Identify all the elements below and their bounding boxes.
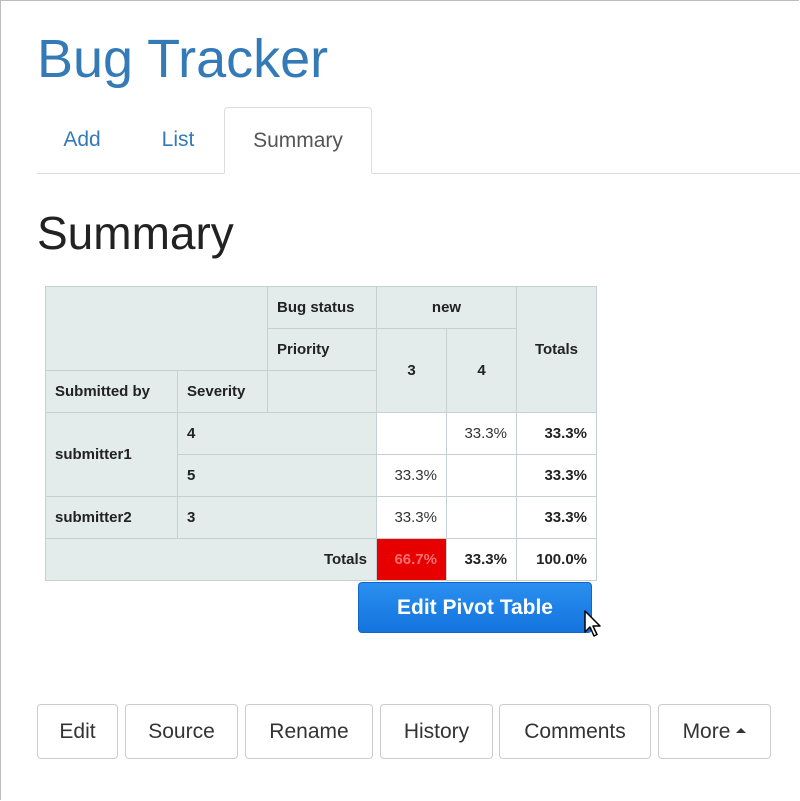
pivot-cell: 33.3% [376, 454, 447, 497]
table-row: submitter1 4 33.3% 33.3% [45, 412, 597, 497]
page-heading: Summary [37, 207, 234, 259]
app-title[interactable]: Bug Tracker [37, 28, 328, 90]
tab-bar: Add List Summary [37, 106, 800, 174]
row-total-cell: 33.3% [516, 454, 597, 497]
pivot-corner [45, 286, 268, 371]
more-button[interactable]: More [658, 704, 771, 759]
grand-total-cell: 100.0% [516, 538, 597, 581]
row-attr-submitted-by: Submitted by [45, 370, 178, 413]
pivot-cell [376, 412, 447, 455]
col-label-new: new [376, 286, 517, 329]
pivot-table: Bug status new Totals Priority 3 4 Submi… [45, 286, 597, 581]
edit-button[interactable]: Edit [37, 704, 118, 759]
pivot-spacer [267, 370, 377, 413]
row-totals-header: Totals [45, 538, 377, 581]
pivot-cell [446, 496, 517, 539]
totals-row: Totals 66.7% 33.3% 100.0% [45, 538, 597, 581]
row-label-submitter2: submitter2 [45, 496, 178, 539]
row-label-submitter1: submitter1 [45, 412, 178, 497]
col-attr-bug-status: Bug status [267, 286, 377, 329]
col-total-cell: 33.3% [446, 538, 517, 581]
tab-list[interactable]: List [143, 106, 213, 173]
row-attr-severity: Severity [177, 370, 268, 413]
row-label-severity: 3 [177, 496, 377, 539]
row-total-cell: 33.3% [516, 496, 597, 539]
col-attr-priority: Priority [267, 328, 377, 371]
table-row: submitter2 3 33.3% 33.3% [45, 496, 597, 539]
pivot-cell [446, 454, 517, 497]
row-total-cell: 33.3% [516, 412, 597, 455]
row-label-severity: 5 [177, 454, 377, 497]
source-button[interactable]: Source [125, 704, 238, 759]
edit-pivot-table-button[interactable]: Edit Pivot Table [358, 582, 592, 633]
row-label-severity: 4 [177, 412, 377, 455]
tab-summary[interactable]: Summary [224, 107, 372, 174]
pivot-cell: 33.3% [376, 496, 447, 539]
history-button[interactable]: History [380, 704, 493, 759]
more-button-label: More [682, 720, 731, 743]
tab-add[interactable]: Add [37, 106, 127, 173]
mouse-pointer-icon [584, 610, 601, 637]
col-label-priority-4: 4 [446, 328, 517, 413]
pivot-cell: 33.3% [446, 412, 517, 455]
comments-button[interactable]: Comments [499, 704, 651, 759]
rename-button[interactable]: Rename [245, 704, 373, 759]
col-totals-header: Totals [516, 286, 597, 413]
col-label-priority-3: 3 [376, 328, 447, 413]
col-total-cell-highlighted: 66.7% [376, 538, 447, 581]
caret-up-icon [736, 727, 747, 733]
